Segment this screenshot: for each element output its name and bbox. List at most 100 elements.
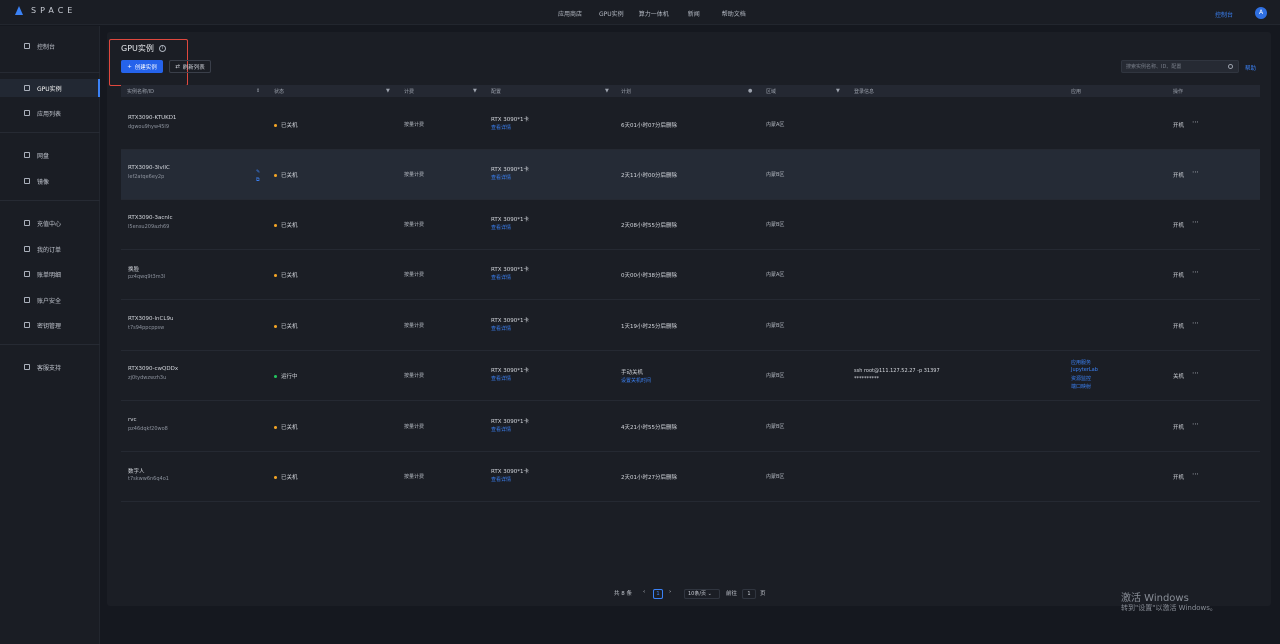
help-link[interactable]: 帮助 (1245, 64, 1256, 72)
instance-name[interactable]: RTX3090-cwQDDx (128, 366, 178, 372)
instance-name[interactable]: RTX3090-KTUKD1 (128, 115, 176, 121)
sidebar-item-app-list[interactable]: 应用列表 (0, 104, 100, 122)
sidebar-item-label: 我的订单 (37, 246, 62, 254)
table-row[interactable]: 数字人 t7skww6n6q4o1 已关机 按量计费 RTX 3090*1卡 查看详情 2天… (121, 452, 1260, 502)
prev-page-icon[interactable]: ‹ (643, 589, 645, 595)
app-link[interactable]: 端口映射 (1071, 383, 1091, 390)
power-action-button[interactable]: 开机 (1173, 221, 1184, 229)
nav-gpu-instance[interactable]: GPU实例 (599, 9, 624, 18)
sidebar-item-bills[interactable]: 账单明细 (0, 265, 100, 283)
sidebar-item-orders[interactable]: 我的订单 (0, 240, 100, 258)
gpu-config: RTX 3090*1卡 (491, 469, 530, 475)
app-link[interactable]: JupyterLab (1071, 367, 1098, 373)
sidebar-item-gpu-instance[interactable]: GPU实例 (0, 79, 100, 97)
config-details-link[interactable]: 查看详情 (491, 375, 511, 382)
avatar[interactable]: A (1255, 7, 1267, 19)
more-options-icon[interactable]: ⋯ (1192, 420, 1199, 428)
ssh-password[interactable]: ********** (854, 376, 879, 382)
bill-icon (24, 271, 30, 277)
sidebar-item-keys[interactable]: 密钥管理 (0, 316, 100, 334)
sort-icon[interactable]: ⇕ (256, 88, 260, 94)
power-action-button[interactable]: 开机 (1173, 423, 1184, 431)
table-row[interactable]: RTX3090-cwQDDx zj0tydwzwzh3u 运行中 按量计费 RTX 30… (121, 351, 1260, 401)
power-action-button[interactable]: 开机 (1173, 322, 1184, 330)
console-link[interactable]: 控制台 (1215, 10, 1233, 19)
filter-icon[interactable]: ▼ (386, 88, 390, 94)
config-details-link[interactable]: 查看详情 (491, 325, 511, 332)
power-action-button[interactable]: 开机 (1173, 473, 1184, 481)
instance-name[interactable]: 数字人 (128, 467, 145, 475)
gpu-config: RTX 3090*1卡 (491, 267, 530, 273)
set-shutdown-time-link[interactable]: 设置关机时间 (621, 377, 651, 384)
status-badge: 已关机 (274, 423, 298, 431)
power-action-button[interactable]: 开机 (1173, 121, 1184, 129)
logo[interactable]: SPACE (15, 6, 76, 15)
sidebar-item-console[interactable]: 控制台 (0, 37, 100, 55)
table-row[interactable]: RTX3090-3lvlIC lef2atqe6ey2p ✎ ⧉ 已关机 按量计费 RTX … (121, 150, 1260, 200)
sidebar-item-label: 镜像 (37, 178, 50, 186)
sidebar-item-label: 控制台 (37, 43, 56, 51)
edit-icon[interactable]: ✎ ⧉ (256, 168, 260, 184)
goto-page-input[interactable]: 1 (742, 589, 756, 599)
ssh-login-command[interactable]: ssh root@111.127.52.27 -p 31397 (854, 368, 940, 374)
create-instance-button[interactable]: + 创建实例 (121, 60, 163, 73)
table-row[interactable]: RTX3090-KTUKD1 dgwou9hyw45l9 已关机 按量计费 RTX 30… (121, 100, 1260, 150)
sidebar-divider (0, 200, 100, 201)
sidebar-item-label: 密钥管理 (37, 322, 62, 330)
billing-mode: 按量计费 (404, 272, 425, 278)
config-details-link[interactable]: 查看详情 (491, 274, 511, 281)
column-header-name[interactable]: 实例名称/ID (127, 88, 154, 95)
sidebar-item-recharge[interactable]: 充值中心 (0, 214, 100, 232)
filter-icon[interactable]: ▼ (605, 88, 609, 94)
more-options-icon[interactable]: ⋯ (1192, 118, 1199, 126)
nav-compute-machine[interactable]: 算力一体机 (639, 9, 669, 18)
sort-icon[interactable]: ● (748, 88, 752, 94)
region: 内蒙B区 (766, 474, 785, 480)
more-options-icon[interactable]: ⋯ (1192, 319, 1199, 327)
nav-help-docs[interactable]: 帮助文档 (722, 9, 746, 18)
plan-text: 4天21小时55分后删除 (621, 425, 677, 431)
more-options-icon[interactable]: ⋯ (1192, 268, 1199, 276)
search-input[interactable] (1122, 61, 1222, 72)
app-link[interactable]: 应用服务 (1071, 359, 1091, 366)
instance-name[interactable]: RTX3090-3lvlIC (128, 165, 170, 171)
app-link[interactable]: 资源监控 (1071, 375, 1091, 382)
power-action-button[interactable]: 关机 (1173, 372, 1184, 380)
config-details-link[interactable]: 查看详情 (491, 426, 511, 433)
config-details-link[interactable]: 查看详情 (491, 174, 511, 181)
config-details-link[interactable]: 查看详情 (491, 124, 511, 131)
page-size-select[interactable]: 10条/页 ⌄ (684, 589, 720, 599)
table-row[interactable]: rvc pz46dqkf20wo8 已关机 按量计费 RTX 3090*1卡 查看详情 4天… (121, 402, 1260, 452)
table-row[interactable]: 换脸 pz4qwq9t3m3l 已关机 按量计费 RTX 3090*1卡 查看详情 0天00… (121, 250, 1260, 300)
column-header-region: 区域 (766, 89, 777, 95)
nav-news[interactable]: 新闻 (688, 9, 700, 18)
more-options-icon[interactable]: ⋯ (1192, 369, 1199, 377)
page-number-current[interactable]: 1 (653, 589, 663, 599)
config-details-link[interactable]: 查看详情 (491, 476, 511, 483)
sidebar-item-image[interactable]: 镜像 (0, 172, 100, 190)
sidebar-item-cloud-disk[interactable]: 网盘 (0, 146, 100, 164)
power-action-button[interactable]: 开机 (1173, 271, 1184, 279)
next-page-icon[interactable]: › (669, 589, 671, 595)
cloud-disk-icon (24, 152, 30, 158)
filter-icon[interactable]: ▼ (473, 88, 477, 94)
more-options-icon[interactable]: ⋯ (1192, 218, 1199, 226)
sidebar-item-support[interactable]: 客服支持 (0, 358, 100, 376)
filter-icon[interactable]: ▼ (836, 88, 840, 94)
sidebar-item-security[interactable]: 账户安全 (0, 291, 100, 309)
instance-name[interactable]: RTX3090-lnCL9u (128, 316, 173, 322)
config-details-link[interactable]: 查看详情 (491, 224, 511, 231)
instance-name[interactable]: RTX3090-3acnlc (128, 215, 172, 221)
power-action-button[interactable]: 开机 (1173, 171, 1184, 179)
table-row[interactable]: RTX3090-3acnlc l5ensu209azh69 已关机 按量计费 RTX 3… (121, 200, 1260, 250)
sidebar-item-label: 充值中心 (37, 220, 62, 228)
search-icon[interactable] (1228, 64, 1233, 69)
instance-name[interactable]: rvc (128, 417, 137, 423)
more-options-icon[interactable]: ⋯ (1192, 168, 1199, 176)
table-row[interactable]: RTX3090-lnCL9u t7s94ppcppsw 已关机 按量计费 RTX 309… (121, 301, 1260, 351)
billing-mode: 按量计费 (404, 323, 425, 329)
more-options-icon[interactable]: ⋯ (1192, 470, 1199, 478)
refresh-list-button[interactable]: ⇄ 刷新列表 (169, 60, 211, 73)
instance-name[interactable]: 换脸 (128, 265, 139, 273)
nav-app-store[interactable]: 应用商店 (558, 9, 582, 18)
